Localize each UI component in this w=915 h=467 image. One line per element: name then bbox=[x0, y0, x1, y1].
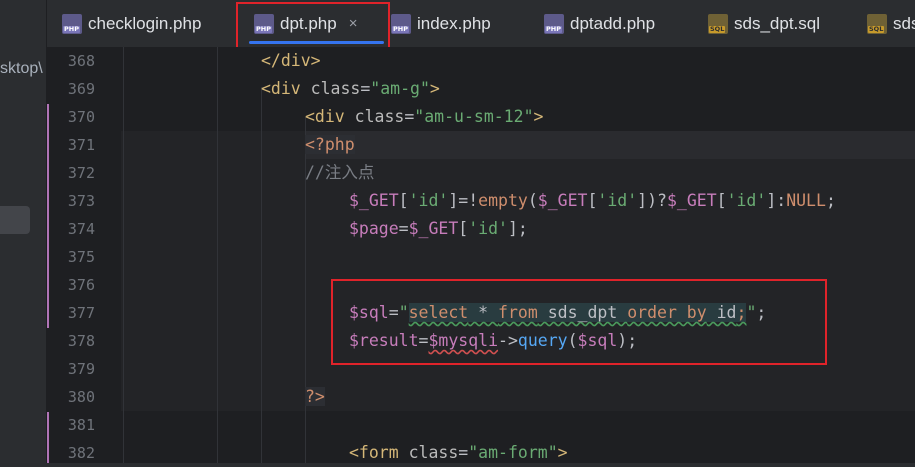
line-number: 374 bbox=[67, 220, 95, 238]
tab-label: checklogin.php bbox=[88, 13, 202, 33]
php-block-background bbox=[305, 131, 915, 159]
code-line-372: //注入点 bbox=[305, 163, 375, 182]
indent-guide bbox=[217, 47, 218, 463]
sidebar-partial-path: sktop\ bbox=[0, 60, 43, 77]
code-line-373: $_GET['id']=!empty($_GET['id'])?$_GET['i… bbox=[349, 191, 836, 210]
indent-guide bbox=[123, 47, 124, 463]
indent-guide bbox=[261, 87, 262, 463]
php-file-icon: PHP bbox=[62, 13, 82, 34]
tab-label: sds_dpt.sql bbox=[734, 13, 820, 33]
php-file-icon: PHP bbox=[391, 13, 411, 34]
php-file-icon: PHP bbox=[254, 13, 274, 34]
line-number: 375 bbox=[67, 248, 95, 266]
line-number: 373 bbox=[67, 192, 95, 210]
editor-tab-bar: PHP checklogin.php PHP dpt.php × PHP ind… bbox=[47, 0, 915, 48]
line-number: 380 bbox=[67, 388, 95, 406]
line-number: 378 bbox=[67, 332, 95, 350]
tab-index-php[interactable]: PHP index.php bbox=[391, 0, 491, 47]
code-line-380: ?> bbox=[305, 387, 325, 406]
project-sidebar-strip: sktop\ bbox=[0, 0, 47, 463]
code-line-377: $sql="select * from sds_dpt order by id;… bbox=[349, 303, 767, 322]
sql-file-icon: SQL bbox=[708, 13, 728, 34]
tab-label: dpt.php bbox=[280, 13, 337, 33]
code-line-368: </div> bbox=[261, 51, 321, 70]
line-number: 368 bbox=[67, 52, 95, 70]
tab-dpt-php[interactable]: PHP dpt.php × bbox=[249, 0, 384, 47]
line-number: 370 bbox=[67, 108, 95, 126]
line-number: 379 bbox=[67, 360, 95, 378]
tab-sds-truncated[interactable]: SQL sds bbox=[867, 0, 915, 47]
code-line-374: $page=$_GET['id']; bbox=[349, 219, 528, 238]
line-number: 377 bbox=[67, 304, 95, 322]
line-number-gutter: 368 369 370 371 372 373 374 375 376 377 … bbox=[47, 47, 107, 463]
line-number: 371 bbox=[67, 136, 95, 154]
code-line-382: <form class="am-form"> bbox=[349, 443, 568, 462]
tab-checklogin-php[interactable]: PHP checklogin.php bbox=[62, 0, 201, 47]
tab-sds-dpt-sql[interactable]: SQL sds_dpt.sql bbox=[708, 0, 820, 47]
sidebar-selected-item[interactable] bbox=[0, 206, 30, 234]
php-file-icon: PHP bbox=[544, 13, 564, 34]
tab-label: sds bbox=[893, 13, 915, 33]
line-number: 376 bbox=[67, 276, 95, 294]
line-number: 369 bbox=[67, 80, 95, 98]
php-block-background bbox=[121, 131, 915, 411]
tab-label: dptadd.php bbox=[570, 13, 656, 33]
code-editor[interactable]: </div> <div class="am-g"> <div class="am… bbox=[107, 47, 915, 463]
tab-label: index.php bbox=[417, 13, 491, 33]
sql-file-icon: SQL bbox=[867, 13, 887, 34]
code-line-371: <?php bbox=[305, 135, 355, 154]
active-tab-underline bbox=[249, 41, 384, 44]
code-line-369: <div class="am-g"> bbox=[261, 79, 440, 98]
tab-dptadd-php[interactable]: PHP dptadd.php bbox=[544, 0, 655, 47]
code-line-370: <div class="am-u-sm-12"> bbox=[305, 107, 544, 126]
line-number: 381 bbox=[67, 416, 95, 434]
close-icon[interactable]: × bbox=[349, 15, 358, 32]
line-number: 372 bbox=[67, 164, 95, 182]
code-line-378: $result=$mysqli->query($sql); bbox=[349, 331, 638, 350]
